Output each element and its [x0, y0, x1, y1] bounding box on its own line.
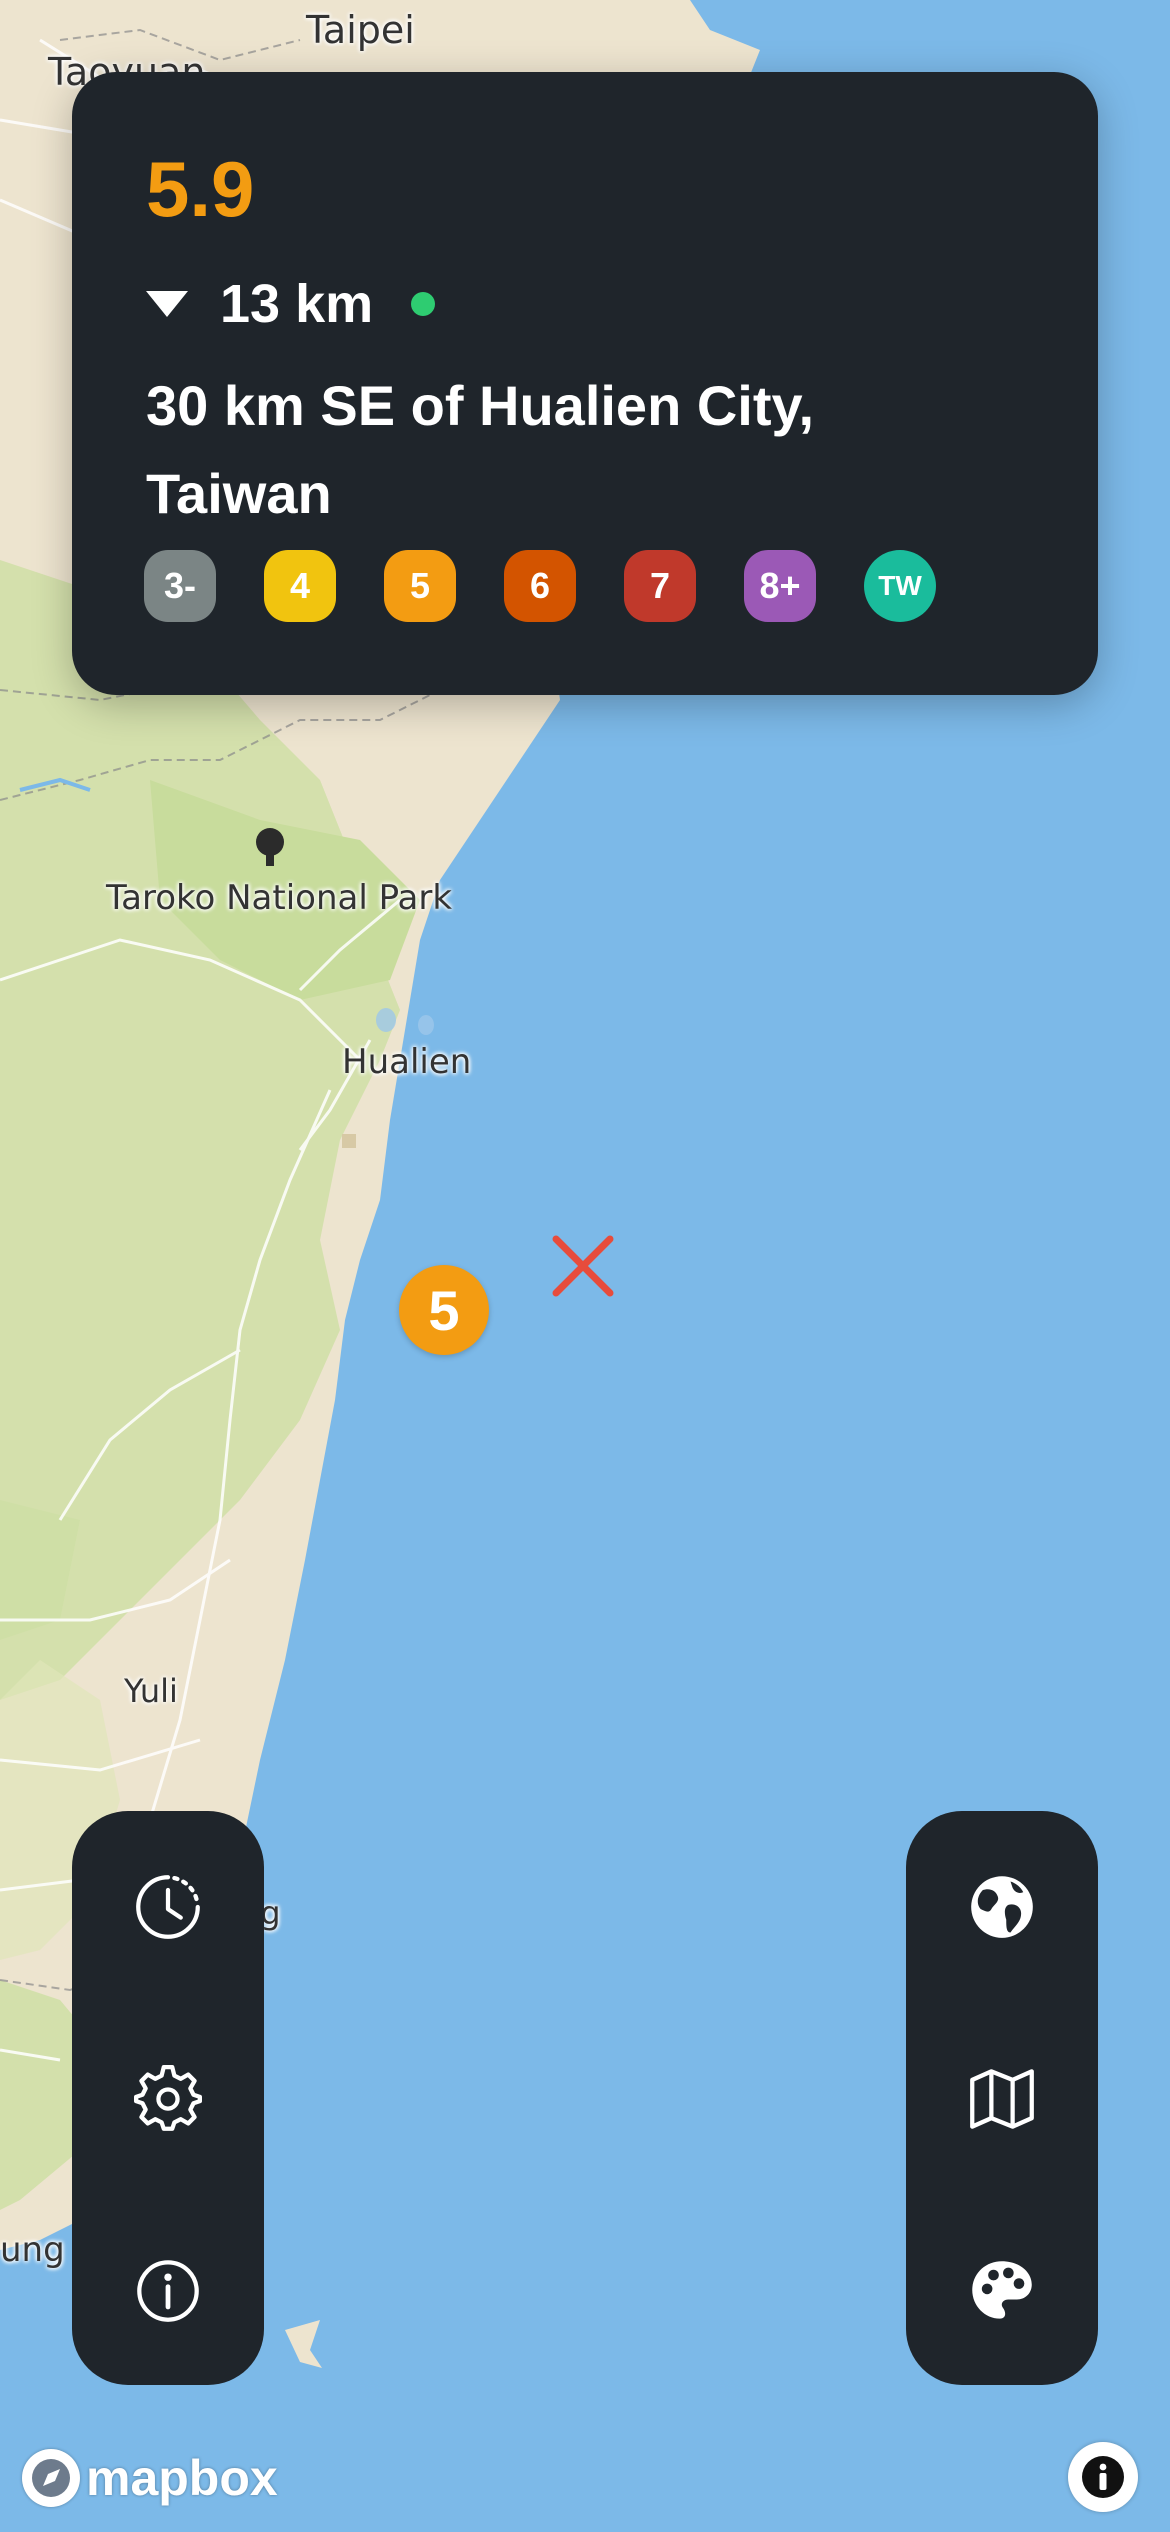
attribution-button[interactable] — [1068, 2442, 1138, 2512]
epicenter-icon[interactable] — [550, 1233, 616, 1299]
place-label-yuli: Yuli — [124, 1672, 178, 1710]
live-status-dot — [411, 292, 436, 316]
legend-chip-label: 7 — [649, 565, 671, 606]
map-style-button[interactable] — [942, 2039, 1062, 2159]
legend-chip-7[interactable]: 7 — [624, 550, 696, 622]
place-label-taipei: Taipei — [306, 8, 415, 52]
legend-chip-label: 3- — [163, 565, 196, 606]
depth-value: 13 km — [220, 274, 374, 334]
intensity-marker-label: 5 — [428, 1278, 460, 1342]
theme-button[interactable] — [942, 2231, 1062, 2351]
legend-chip-label: 6 — [529, 565, 551, 606]
globe-button[interactable] — [942, 1847, 1062, 1967]
info-button[interactable] — [108, 2231, 228, 2351]
depth-row: 13 km — [146, 274, 436, 334]
info-icon — [1082, 2456, 1124, 2498]
legend-chip-label: 8+ — [759, 565, 801, 606]
place-label-taroko-national-park: Taroko National Park — [106, 878, 453, 918]
legend-chip-label: 4 — [289, 565, 311, 606]
legend-chip-label: TW — [878, 570, 922, 601]
mapbox-logo: mapbox — [22, 2446, 278, 2510]
legend-chip-label: 5 — [409, 565, 431, 606]
settings-button[interactable] — [108, 2039, 228, 2159]
map-icon — [970, 2069, 1034, 2129]
earthquake-detail-card[interactable]: 5.9 13 km 30 km SE of Hualien City, Taiw… — [72, 72, 1098, 695]
history-button[interactable] — [108, 1847, 228, 1967]
palette-icon — [972, 2261, 1032, 2319]
intensity-marker[interactable]: 5 — [399, 1265, 489, 1355]
location-text: 30 km SE of Hualien City, Taiwan — [146, 374, 815, 525]
legend-chip-tw[interactable]: TW — [864, 550, 936, 622]
legend-chip-3-minus[interactable]: 3- — [144, 550, 216, 622]
info-icon — [137, 2260, 199, 2322]
place-label-hualien: Hualien — [342, 1042, 472, 1082]
globe-icon — [971, 1876, 1033, 1938]
legend-chip-8-plus[interactable]: 8+ — [744, 550, 816, 622]
mapbox-compass-icon — [22, 2449, 80, 2507]
legend-chip-5[interactable]: 5 — [384, 550, 456, 622]
history-icon — [136, 1875, 200, 1939]
left-toolbar — [72, 1811, 264, 2385]
legend-chip-6[interactable]: 6 — [504, 550, 576, 622]
intensity-legend: 3- 4 5 6 7 8+ TW — [144, 550, 984, 622]
mapbox-wordmark: mapbox — [86, 2450, 278, 2506]
gear-icon — [134, 2065, 202, 2131]
place-label-partial: ung — [0, 2230, 65, 2270]
right-toolbar — [906, 1811, 1098, 2385]
magnitude-value: 5.9 — [146, 145, 255, 233]
legend-chip-4[interactable]: 4 — [264, 550, 336, 622]
depth-triangle-icon — [146, 291, 188, 317]
